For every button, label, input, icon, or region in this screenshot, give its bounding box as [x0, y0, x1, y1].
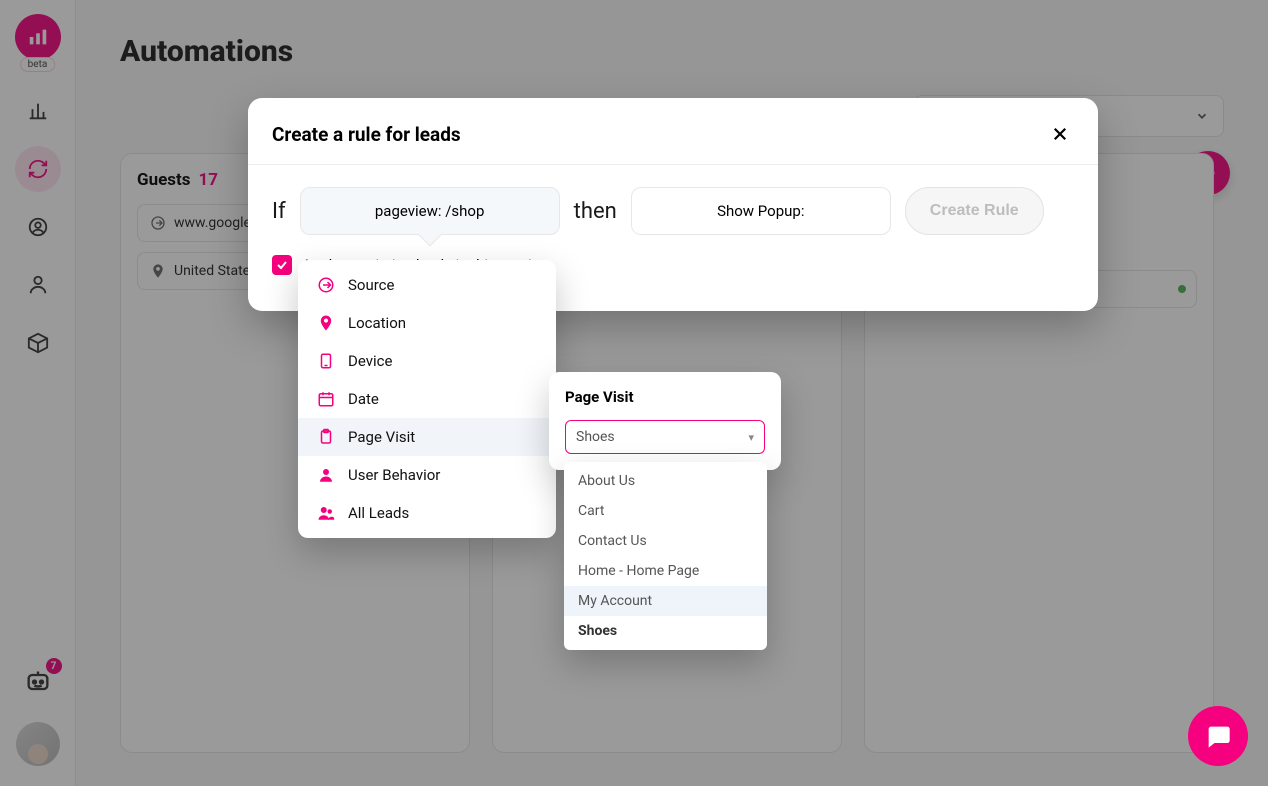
- condition-label: Source: [348, 276, 394, 294]
- condition-label: Location: [348, 314, 406, 332]
- condition-item-location[interactable]: Location: [298, 304, 556, 342]
- condition-item-all-leads[interactable]: All Leads: [298, 494, 556, 532]
- option-home[interactable]: Home - Home Page: [564, 556, 767, 586]
- check-icon: [276, 259, 288, 271]
- condition-label: Date: [348, 390, 379, 408]
- if-label: If: [272, 199, 286, 224]
- condition-pill[interactable]: pageview: /shop: [300, 187, 560, 235]
- modal-header: Create a rule for leads: [248, 98, 1098, 165]
- condition-label: Device: [348, 352, 392, 370]
- location-icon: [316, 314, 336, 332]
- action-pill[interactable]: Show Popup:: [631, 187, 891, 235]
- condition-item-device[interactable]: Device: [298, 342, 556, 380]
- apply-checkbox[interactable]: [272, 255, 292, 275]
- users-icon: [316, 504, 336, 522]
- page-visit-selected: Shoes: [576, 429, 615, 445]
- option-my-account[interactable]: My Account: [564, 586, 767, 616]
- device-icon: [316, 352, 336, 370]
- condition-menu: Source Location Device Date Page Visit U…: [298, 260, 556, 538]
- condition-item-page-visit[interactable]: Page Visit: [298, 418, 556, 456]
- rule-row: If pageview: /shop then Show Popup: Crea…: [272, 187, 1074, 235]
- option-cart[interactable]: Cart: [564, 496, 767, 526]
- option-shoes[interactable]: Shoes: [564, 616, 767, 646]
- close-icon: [1051, 125, 1069, 143]
- chevron-down-icon: ▾: [748, 431, 754, 444]
- option-contact-us[interactable]: Contact Us: [564, 526, 767, 556]
- condition-item-user-behavior[interactable]: User Behavior: [298, 456, 556, 494]
- close-button[interactable]: [1046, 120, 1074, 148]
- calendar-icon: [316, 390, 336, 408]
- condition-label: All Leads: [348, 504, 409, 522]
- page-visit-select[interactable]: Shoes ▾: [565, 420, 765, 454]
- condition-item-date[interactable]: Date: [298, 380, 556, 418]
- action-text: Show Popup:: [717, 202, 804, 220]
- chat-button[interactable]: [1188, 706, 1248, 766]
- page-visit-panel: Page Visit Shoes ▾: [549, 372, 781, 470]
- modal-title: Create a rule for leads: [272, 123, 461, 146]
- chat-icon: [1204, 722, 1232, 750]
- user-icon: [316, 466, 336, 484]
- page-visit-options: About Us Cart Contact Us Home - Home Pag…: [564, 462, 767, 650]
- clipboard-icon: [316, 428, 336, 446]
- condition-item-source[interactable]: Source: [298, 266, 556, 304]
- then-label: then: [574, 199, 617, 224]
- option-about-us[interactable]: About Us: [564, 466, 767, 496]
- condition-label: User Behavior: [348, 466, 440, 484]
- condition-label: Page Visit: [348, 428, 415, 446]
- page-visit-title: Page Visit: [565, 388, 765, 406]
- create-rule-button[interactable]: Create Rule: [905, 187, 1044, 235]
- source-icon: [316, 276, 336, 294]
- condition-text: pageview: /shop: [375, 202, 485, 220]
